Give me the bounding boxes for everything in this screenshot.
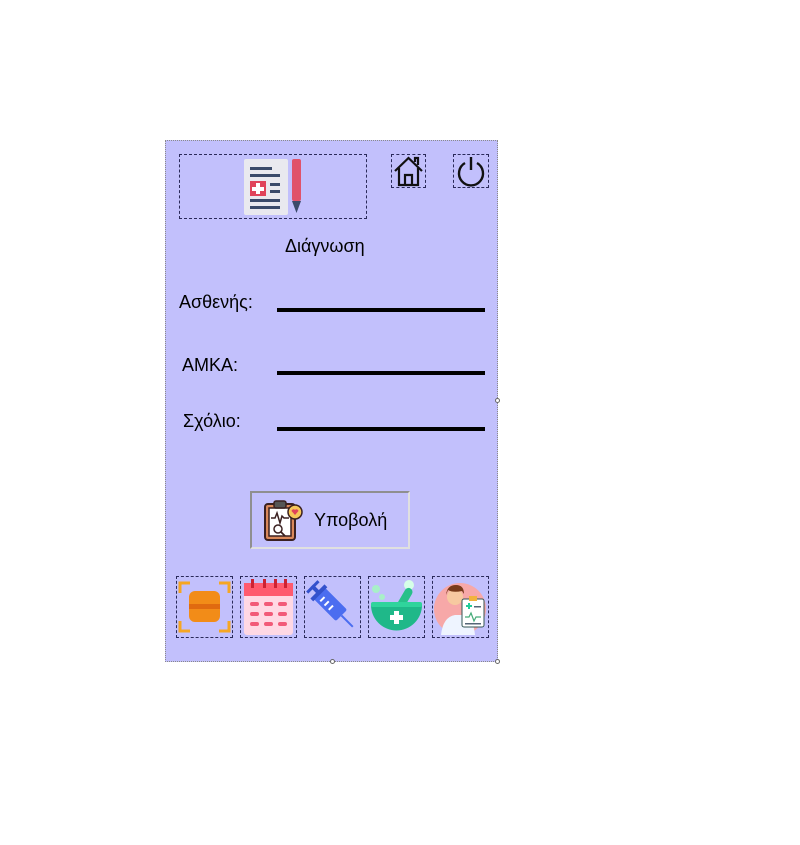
nav-syringe[interactable] — [304, 576, 361, 638]
logout-button[interactable] — [453, 154, 489, 188]
app-panel: Διάγνωση Ασθενής: AMKA: Σχόλιο: Υποβολή — [165, 140, 498, 662]
home-button[interactable] — [391, 154, 426, 188]
resize-handle-right[interactable] — [495, 398, 500, 403]
nav-scan[interactable] — [176, 576, 233, 638]
comment-label: Σχόλιο: — [183, 411, 241, 431]
nav-calendar[interactable] — [240, 576, 297, 638]
medical-report-pencil-icon — [242, 157, 306, 217]
calendar-icon — [244, 579, 293, 635]
doctor-icon — [434, 583, 486, 635]
syringe-icon — [306, 580, 354, 628]
nav-doctor[interactable] — [432, 576, 489, 638]
clipboard-heartbeat-icon — [262, 498, 304, 542]
scan-icon — [178, 581, 231, 633]
amka-label: AMKA: — [182, 355, 239, 375]
resize-handle-bottom[interactable] — [330, 659, 335, 664]
comment-field[interactable] — [277, 427, 485, 431]
home-icon — [394, 156, 423, 187]
resize-handle-corner[interactable] — [495, 659, 500, 664]
nav-pharmacy[interactable] — [368, 576, 425, 638]
submit-label: Υποβολή — [314, 509, 388, 530]
submit-button[interactable]: Υποβολή — [250, 491, 410, 549]
power-icon — [457, 157, 485, 187]
mortar-pestle-icon — [371, 580, 422, 631]
page-title: Διάγνωση — [285, 236, 365, 256]
logo-box — [179, 154, 367, 219]
patient-field[interactable] — [277, 308, 485, 312]
patient-label: Ασθενής: — [179, 292, 253, 312]
amka-field[interactable] — [277, 371, 485, 375]
